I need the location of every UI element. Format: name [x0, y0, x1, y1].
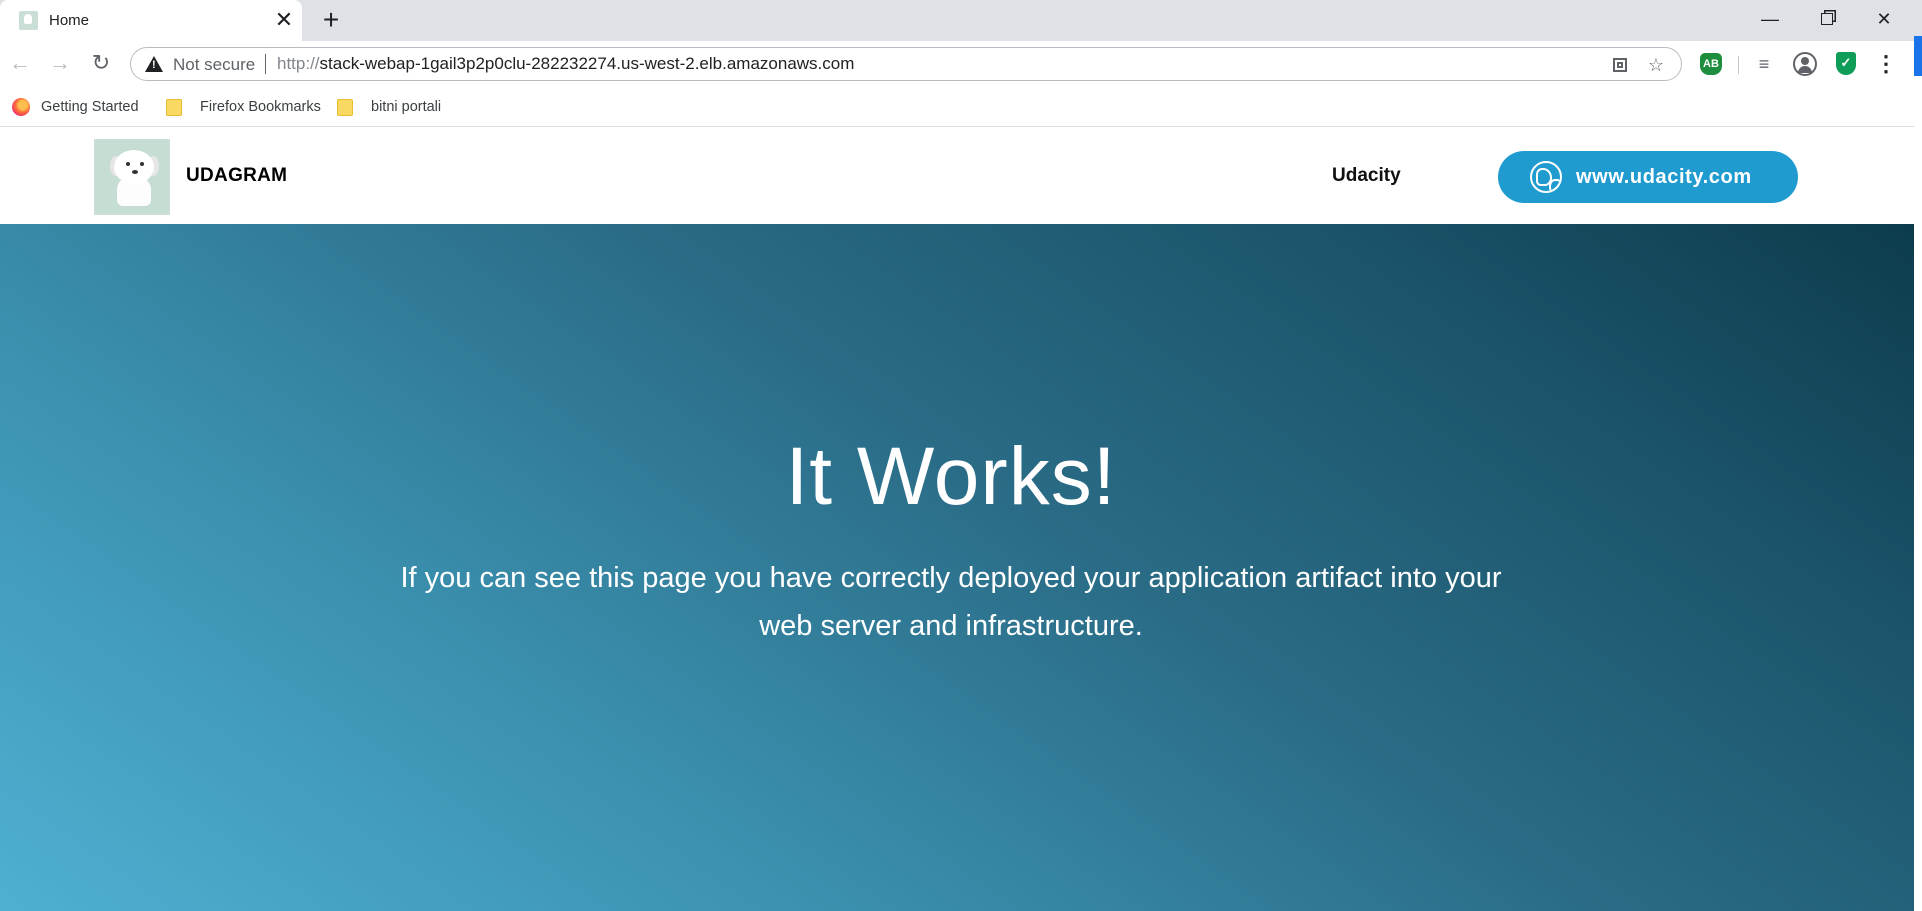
- dog-nose: [132, 170, 138, 174]
- folder-icon: [166, 98, 182, 116]
- url-text[interactable]: http://stack-webap-1gail3p2p0clu-2822322…: [277, 54, 854, 74]
- bookmark-getting-started[interactable]: Getting Started: [12, 95, 139, 119]
- bookmark-bitni-portali[interactable]: bitni portali: [337, 95, 441, 119]
- hero-title: It Works!: [785, 431, 1117, 522]
- bookmark-label: bitni portali: [371, 99, 442, 115]
- url-host: stack-webap-1gail3p2p0clu-282232274.us-w…: [319, 54, 855, 73]
- tab-strip: Home ✕ + — ✕: [0, 0, 1922, 41]
- url-scheme: http://: [277, 54, 320, 73]
- new-tab-button[interactable]: +: [316, 5, 346, 35]
- bookmark-star-icon[interactable]: ☆: [1645, 54, 1667, 76]
- address-bar[interactable]: Not secure http://stack-webap-1gail3p2p0…: [130, 47, 1682, 81]
- qr-code-icon[interactable]: [1609, 54, 1631, 76]
- toolbar-divider: [1738, 56, 1739, 74]
- minimize-button[interactable]: —: [1742, 0, 1798, 41]
- bookmark-label: Getting Started: [41, 99, 139, 115]
- site-header: UDAGRAM Udacity www.udacity.com: [0, 127, 1914, 224]
- browser-menu-icon[interactable]: ⋮: [1875, 52, 1897, 76]
- media-control-icon[interactable]: ≡: [1752, 53, 1776, 75]
- restore-button[interactable]: [1799, 0, 1855, 41]
- folder-icon: [337, 98, 353, 116]
- security-label[interactable]: Not secure: [173, 55, 255, 75]
- globe-icon: [1530, 161, 1562, 193]
- omnibox-divider: [265, 54, 266, 74]
- scrollbar-track[interactable]: [1914, 127, 1922, 911]
- brand-name[interactable]: UDAGRAM: [186, 165, 287, 187]
- hero-text: If you can see this page you have correc…: [400, 562, 1502, 642]
- dog-head: [114, 150, 154, 184]
- tab-home[interactable]: Home ✕: [0, 0, 302, 41]
- favicon-icon: [19, 11, 38, 30]
- warning-icon[interactable]: [145, 56, 163, 72]
- shield-extension-icon[interactable]: ✓: [1836, 52, 1856, 75]
- restore-icon: [1821, 13, 1833, 25]
- bookmark-firefox-bookmarks[interactable]: Firefox Bookmarks: [166, 95, 321, 119]
- window-edge: [1914, 36, 1922, 76]
- cta-label: www.udacity.com: [1576, 165, 1752, 188]
- profile-icon[interactable]: [1793, 52, 1817, 76]
- browser-toolbar: ← → ↻ Not secure http://stack-webap-1gai…: [0, 41, 1922, 87]
- tab-title: Home: [49, 12, 90, 29]
- close-window-button[interactable]: ✕: [1856, 0, 1912, 41]
- dog-eye: [126, 162, 130, 166]
- reload-button[interactable]: ↻: [86, 48, 116, 78]
- udacity-site-button[interactable]: www.udacity.com: [1498, 151, 1798, 203]
- nav-link-udacity[interactable]: Udacity: [1332, 165, 1401, 187]
- firefox-icon: [12, 98, 30, 116]
- bookmarks-bar: Getting Started Firefox Bookmarks bitni …: [0, 87, 1914, 127]
- adblock-extension-icon[interactable]: AB: [1700, 53, 1722, 75]
- back-button[interactable]: ←: [5, 48, 35, 78]
- forward-button[interactable]: →: [45, 48, 75, 78]
- bookmark-label: Firefox Bookmarks: [200, 99, 321, 115]
- dog-eye: [140, 162, 144, 166]
- hero-section: It Works! If you can see this page you h…: [0, 224, 1914, 911]
- tab-close-icon[interactable]: ✕: [273, 7, 295, 33]
- dog-logo[interactable]: [94, 139, 170, 215]
